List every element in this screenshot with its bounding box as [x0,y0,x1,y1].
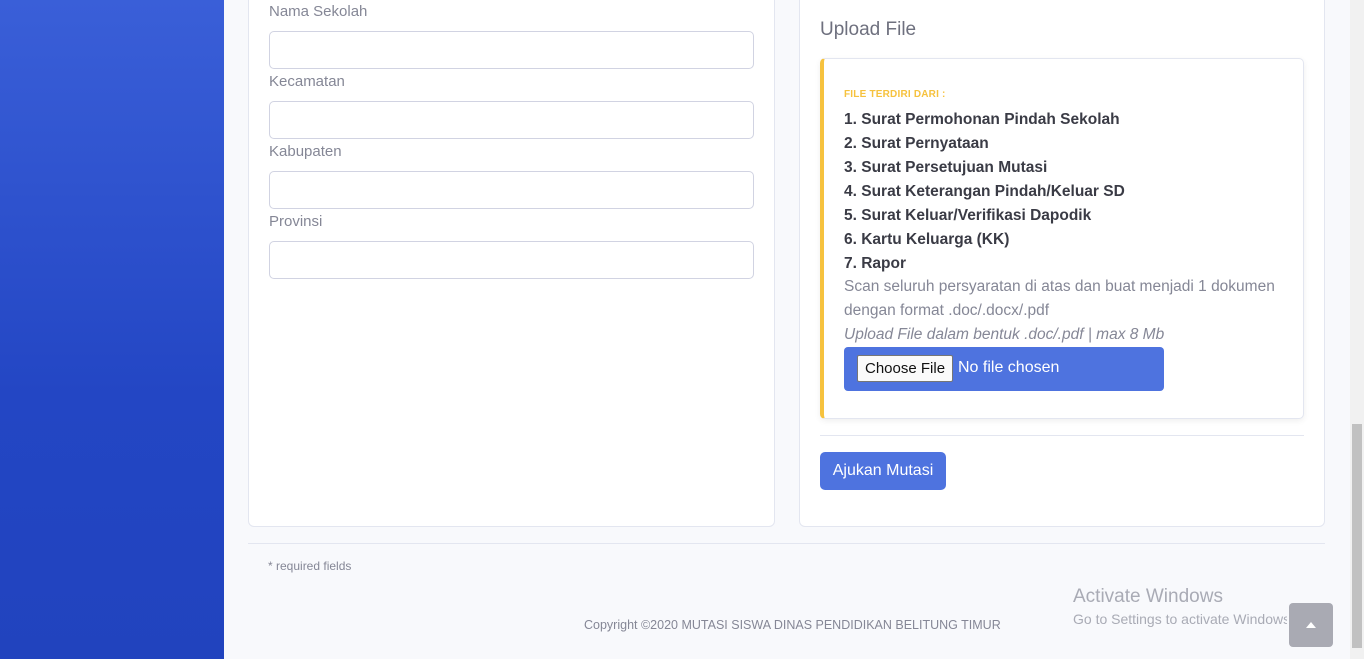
requirements-list: 1. Surat Permohonan Pindah Sekolah 2. Su… [844,108,1125,276]
choose-file-button[interactable]: Choose File [857,355,954,382]
footer-divider [248,543,1325,544]
requirement-item: 6. Kartu Keluarga (KK) [844,231,1010,248]
requirement-item: 7. Rapor [844,255,907,272]
provinsi-input[interactable] [269,241,754,279]
requirement-item: 5. Surat Keluar/Verifikasi Dapodik [844,207,1092,224]
scan-instruction: Scan seluruh persyaratan di atas dan bua… [844,278,1275,319]
file-status: No file chosen [958,359,1060,376]
provinsi-label: Provinsi [269,213,323,230]
kabupaten-input[interactable] [269,171,754,209]
kabupaten-label: Kabupaten [269,143,342,160]
scrollbar-thumb[interactable] [1352,424,1362,648]
requirement-item: 2. Surat Pernyataan [844,135,989,152]
ajukan-mutasi-button[interactable]: Ajukan Mutasi [820,452,946,490]
upload-info-box: FILE TERDIRI DARI : 1. Surat Permohonan … [820,58,1304,419]
sidebar [0,0,224,659]
scroll-to-top-button[interactable] [1289,603,1333,647]
kecamatan-label: Kecamatan [269,73,345,90]
page-scrollbar[interactable] [1350,0,1364,659]
kecamatan-input[interactable] [269,101,754,139]
chevron-up-icon [1306,622,1316,628]
nama-sekolah-label: Nama Sekolah [269,3,368,20]
required-fields-note: * required fields [268,559,352,573]
requirement-item: 4. Surat Keterangan Pindah/Keluar SD [844,183,1125,200]
nama-sekolah-input[interactable] [269,31,754,69]
requirement-item: 1. Surat Permohonan Pindah Sekolah [844,111,1120,128]
requirement-item: 3. Surat Persetujuan Mutasi [844,159,1048,176]
watermark-subtitle: Go to Settings to activate Windows. [1073,611,1287,627]
copyright-text: Copyright ©2020 MUTASI SISWA DINAS PENDI… [584,618,1001,632]
upload-hint: Upload File dalam bentuk .doc/.pdf | max… [844,326,1165,343]
activate-windows-watermark: Activate Windows Go to Settings to activ… [1073,586,1287,627]
upload-title: Upload File [820,19,917,40]
watermark-title: Activate Windows [1073,586,1223,607]
file-input[interactable]: Choose File No file chosen [844,347,1164,391]
divider [820,435,1304,436]
requirements-heading: FILE TERDIRI DARI : [844,89,946,100]
